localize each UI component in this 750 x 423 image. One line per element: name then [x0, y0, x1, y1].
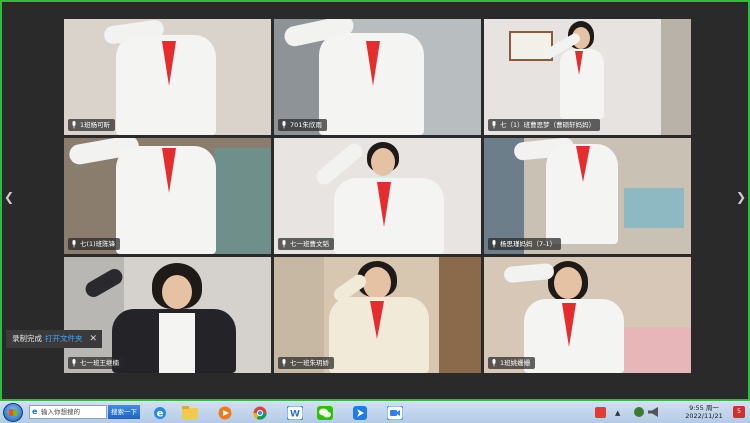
- wps-icon[interactable]: W: [285, 404, 305, 421]
- toast-message: 录制完成: [12, 334, 42, 343]
- open-folder-link[interactable]: 打开文件夹: [45, 330, 83, 348]
- clock-time: 9:55 周一: [689, 404, 719, 412]
- microphone-icon: [282, 121, 286, 129]
- microphone-icon: [492, 240, 496, 248]
- search-button[interactable]: 搜索一下: [108, 405, 140, 419]
- participant-name: 七(1)班陈锋: [80, 240, 116, 248]
- clock[interactable]: 9:55 周一 2022/11/21: [680, 404, 728, 420]
- volume-icon[interactable]: [648, 407, 658, 417]
- taskbar: e 输入你想搜的 搜索一下 e W ▲ 9:55 周一 2022/11/21 5: [0, 401, 750, 423]
- system-tray: ▲ 9:55 周一 2022/11/21 5: [590, 402, 750, 423]
- participant-name: 701朱欣雨: [290, 121, 322, 129]
- chevron-left-icon[interactable]: ❮: [4, 187, 14, 207]
- ie-search-icon: e: [32, 407, 38, 416]
- chrome-icon[interactable]: [250, 404, 270, 421]
- participant-name: 七一班曹文韬: [290, 240, 329, 248]
- participant-name: 1班姚姗姗: [500, 359, 531, 367]
- search-input[interactable]: e 输入你想搜的: [29, 405, 107, 419]
- participant-name: 七一班朱玥娇: [290, 359, 329, 367]
- microphone-icon: [72, 359, 76, 367]
- video-tile[interactable]: 七（1）班曹思梦（曹硕轩妈妈）: [484, 19, 691, 135]
- wechat-icon[interactable]: [315, 404, 335, 421]
- svg-text:e: e: [157, 408, 164, 419]
- participant-name: 杨思瑾妈妈（7-1）: [500, 240, 557, 248]
- video-tile[interactable]: 1班杨可昕: [64, 19, 271, 135]
- video-tile[interactable]: 七一班曹文韬: [274, 138, 481, 254]
- svg-text:W: W: [290, 409, 300, 419]
- tencent-meeting-icon[interactable]: [385, 404, 405, 421]
- chevron-right-icon[interactable]: ❯: [736, 187, 746, 207]
- file-explorer-icon[interactable]: [180, 404, 200, 421]
- video-grid: 1班杨可昕 701朱欣雨 七（1）班曹思梦（曹硕轩妈妈） 七(1)班陈锋 七一班…: [64, 19, 691, 373]
- start-button[interactable]: [3, 403, 23, 422]
- video-tile[interactable]: 杨思瑾妈妈（7-1）: [484, 138, 691, 254]
- media-player-icon[interactable]: [215, 404, 235, 421]
- video-tile[interactable]: 七一班朱玥娇: [274, 257, 481, 373]
- participant-name: 七（1）班曹思梦（曹硕轩妈妈）: [500, 121, 596, 129]
- participant-name: 七一班王继楠: [80, 359, 119, 367]
- microphone-icon: [72, 121, 76, 129]
- meeting-window: ❮ ❯ 1班杨可昕 701朱欣雨 七（1）班曹思梦（曹硕轩妈妈） 七(1)班陈锋…: [0, 0, 750, 401]
- ie-icon[interactable]: e: [150, 404, 170, 421]
- video-tile[interactable]: 七(1)班陈锋: [64, 138, 271, 254]
- tray-arrow-icon[interactable]: ▲: [615, 409, 631, 417]
- microphone-icon: [72, 240, 76, 248]
- microphone-icon: [492, 121, 496, 129]
- video-tile[interactable]: 七一班王继楠: [64, 257, 271, 373]
- participant-name: 1班杨可昕: [80, 121, 111, 129]
- close-icon[interactable]: ✕: [89, 330, 97, 348]
- network-icon[interactable]: [634, 407, 644, 417]
- sogou-icon[interactable]: [595, 407, 606, 418]
- microphone-icon: [282, 240, 286, 248]
- video-tile[interactable]: 701朱欣雨: [274, 19, 481, 135]
- recording-toast: 录制完成 打开文件夹 ✕: [6, 330, 102, 348]
- notification-badge[interactable]: 5: [733, 406, 745, 418]
- clock-date: 2022/11/21: [685, 412, 723, 420]
- microphone-icon: [492, 359, 496, 367]
- video-tile[interactable]: 1班姚姗姗: [484, 257, 691, 373]
- arrow-app-icon[interactable]: [350, 404, 370, 421]
- microphone-icon: [282, 359, 286, 367]
